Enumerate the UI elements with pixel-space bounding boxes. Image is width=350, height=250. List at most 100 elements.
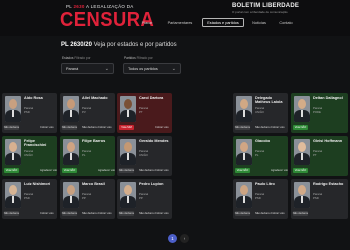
photo-head bbox=[9, 99, 17, 109]
brand-subtitle: O portal com a liberdade de comunicação bbox=[232, 10, 288, 14]
brand-name[interactable]: BOLETIM LIBERDADE bbox=[232, 3, 299, 9]
photo-shirt bbox=[12, 196, 14, 203]
nav-estados-e-partidos[interactable]: Estados e partidos bbox=[202, 18, 244, 27]
deputy-photo bbox=[120, 96, 136, 122]
card-action-button[interactable]: Cobrar voto bbox=[98, 125, 112, 130]
deputy-photo bbox=[5, 182, 21, 208]
card-secondary-label: Não declarou bbox=[139, 169, 155, 172]
photo-head bbox=[124, 142, 132, 152]
partido-filter-label: Partidos Filtrado por bbox=[124, 56, 153, 60]
photo-shirt bbox=[243, 153, 245, 160]
photo-head bbox=[240, 99, 248, 109]
deputy-party: PODE bbox=[313, 110, 321, 114]
deputy-card[interactable]: Aldo Rosa Paraná PSD Não declarou Cobrar… bbox=[2, 93, 57, 133]
card-secondary-label: Não declarou bbox=[82, 212, 98, 215]
deputy-card[interactable]: Carol Dartora Paraná PT Vota SIM Cobrar … bbox=[117, 93, 172, 133]
card-action-button[interactable]: Cobrar voto bbox=[155, 168, 169, 173]
deputy-photo bbox=[294, 139, 310, 165]
card-action-button[interactable]: Cobrar voto bbox=[40, 211, 54, 216]
card-action-button[interactable]: Cobrar voto bbox=[271, 125, 285, 130]
deputy-card[interactable]: Delegado Matheus Laiola Paraná UNIÃO Não… bbox=[233, 93, 288, 133]
deputy-card[interactable]: Felipe Francischini Paraná UNIÃO Vota NÃ… bbox=[2, 136, 57, 176]
photo-shirt bbox=[301, 196, 303, 203]
photo-head bbox=[9, 142, 17, 152]
vote-badge: Vota NÃO bbox=[62, 168, 77, 173]
deputy-card[interactable]: Rodrigo Estacho Paraná PSD Não declarou bbox=[291, 179, 348, 219]
deputy-name: Filipe Barros bbox=[82, 139, 106, 143]
deputy-photo bbox=[5, 139, 21, 165]
deputy-photo bbox=[5, 96, 21, 122]
deputy-party: PSD bbox=[24, 110, 30, 114]
deputy-name: Delegado Matheus Laiola bbox=[255, 96, 283, 105]
estado-select[interactable]: Paraná ⌄ bbox=[61, 63, 114, 74]
deputy-photo bbox=[236, 139, 252, 165]
card-action-button[interactable]: Agradecer voto bbox=[40, 168, 57, 173]
deputy-name: Marco Brasil bbox=[82, 182, 105, 186]
deputy-party: PL bbox=[82, 153, 86, 157]
photo-head bbox=[9, 185, 17, 195]
deputy-card[interactable]: Aliel Machado Paraná PV Não declarou Não… bbox=[60, 93, 115, 133]
photo-head bbox=[240, 185, 248, 195]
photo-shirt bbox=[301, 110, 303, 117]
card-action-button[interactable]: Cobrar voto bbox=[155, 125, 169, 130]
photo-head bbox=[67, 99, 75, 109]
vote-badge: Não declarou bbox=[3, 211, 20, 216]
estado-select-value: Paraná bbox=[66, 66, 79, 71]
vote-badge: Não declarou bbox=[118, 211, 135, 216]
deputy-card[interactable]: Marco Brasil Paraná PP Não declarou Não … bbox=[60, 179, 115, 219]
deputy-card[interactable]: Paulo Litro Paraná PSD Não declarou Não … bbox=[233, 179, 288, 219]
deputy-party: PP bbox=[139, 196, 143, 200]
page-1-button[interactable]: 1 bbox=[168, 234, 177, 243]
nav-parlamentares[interactable]: Parlamentares bbox=[165, 18, 195, 27]
page-next-button[interactable]: › bbox=[180, 234, 189, 243]
card-action-button[interactable]: Cobrar voto bbox=[155, 211, 169, 216]
chevron-down-icon: ⌄ bbox=[171, 66, 176, 72]
vote-badge: Vota NÃO bbox=[235, 168, 250, 173]
photo-shirt bbox=[70, 153, 72, 160]
deputy-photo bbox=[63, 139, 79, 165]
deputy-party: PT bbox=[139, 110, 143, 114]
deputy-card[interactable]: Luiz Nishimori Paraná PSD Não declarou C… bbox=[2, 179, 57, 219]
deputy-party: PT bbox=[313, 153, 317, 157]
photo-shirt bbox=[12, 110, 14, 117]
card-secondary-label: Não declarou bbox=[82, 126, 98, 129]
card-action-button[interactable]: Agradecer voto bbox=[271, 168, 288, 173]
deputy-card[interactable]: Giacobo Paraná PL Vota NÃO Agradecer vot… bbox=[233, 136, 288, 176]
deputy-party: UNIÃO bbox=[255, 110, 264, 114]
vote-badge: Não declarou bbox=[61, 125, 78, 130]
deputy-party: PL bbox=[255, 153, 259, 157]
deputy-party: PSD bbox=[255, 196, 261, 200]
nav-placar[interactable]: Placar bbox=[137, 18, 157, 27]
deputy-card[interactable]: Deltan Dallagnol Paraná PODE Vota NÃO bbox=[291, 93, 348, 133]
photo-head bbox=[298, 142, 306, 152]
deputy-card[interactable]: Geraldo Mendes Paraná UNIÃO Não declarou… bbox=[117, 136, 172, 176]
nav-contato[interactable]: Contato bbox=[276, 18, 296, 27]
photo-shirt bbox=[243, 110, 245, 117]
deputy-card[interactable]: Gleisi Hoffmann Paraná PT Vota NÃO bbox=[291, 136, 348, 176]
card-secondary-label: Não declarou bbox=[255, 212, 271, 215]
deputy-photo bbox=[120, 182, 136, 208]
card-secondary-label: Não declarou bbox=[139, 212, 155, 215]
partido-select[interactable]: Todos os partidos ⌄ bbox=[123, 63, 181, 74]
deputy-photo bbox=[294, 96, 310, 122]
vote-badge: Não declarou bbox=[61, 211, 78, 216]
photo-head bbox=[67, 142, 75, 152]
vote-badge: Vota NÃO bbox=[4, 168, 19, 173]
deputy-name: Gleisi Hoffmann bbox=[313, 139, 343, 143]
card-action-button[interactable]: Cobrar voto bbox=[271, 211, 285, 216]
deputy-card[interactable]: Filipe Barros Paraná PL Vota NÃO Agradec… bbox=[60, 136, 115, 176]
card-action-button[interactable]: Agradecer voto bbox=[98, 168, 115, 173]
deputy-card[interactable]: Pedro Lupion Paraná PP Não declarou Não … bbox=[117, 179, 172, 219]
deputy-name: Giacobo bbox=[255, 139, 271, 143]
deputy-name: Aliel Machado bbox=[82, 96, 108, 100]
nav-noticias[interactable]: Notícias bbox=[249, 18, 269, 27]
deputy-photo bbox=[236, 182, 252, 208]
deputy-party: UNIÃO bbox=[139, 153, 148, 157]
vote-badge: Vota SIM bbox=[119, 125, 134, 130]
card-action-button[interactable]: Cobrar voto bbox=[40, 125, 54, 130]
deputy-photo bbox=[63, 182, 79, 208]
photo-shirt bbox=[70, 196, 72, 203]
photo-shirt bbox=[127, 110, 129, 117]
card-action-button[interactable]: Cobrar voto bbox=[98, 211, 112, 216]
vote-badge: Vota NÃO bbox=[293, 168, 308, 173]
